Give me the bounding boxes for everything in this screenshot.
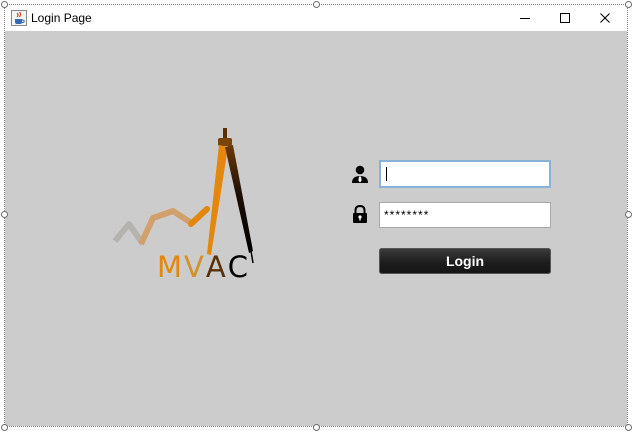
resize-handle-top-right[interactable] (625, 1, 632, 8)
selection-frame (4, 4, 628, 427)
resize-handle-bottom-right[interactable] (625, 424, 632, 431)
resize-handle-top-left[interactable] (1, 1, 8, 8)
resize-handle-top[interactable] (313, 1, 320, 8)
resize-handle-right[interactable] (625, 211, 632, 218)
resize-handle-bottom[interactable] (313, 424, 320, 431)
designer-canvas: Login Page MVAC ******** Login (0, 0, 633, 432)
resize-handle-left[interactable] (1, 211, 8, 218)
resize-handle-bottom-left[interactable] (1, 424, 8, 431)
